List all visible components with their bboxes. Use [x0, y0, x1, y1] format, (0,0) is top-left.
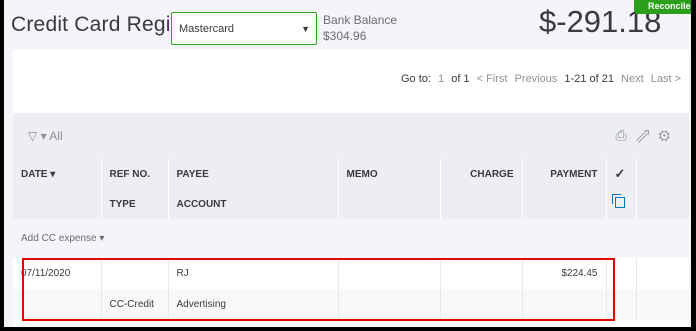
row-ref[interactable] — [100, 258, 168, 289]
bank-balance-label: Bank Balance — [323, 13, 398, 27]
row-payment-sub — [521, 289, 606, 320]
export-icon[interactable]: ⇗ — [636, 127, 659, 143]
add-expense-row: Add CC expense ▾ — [13, 219, 689, 258]
col-type: TYPE — [100, 189, 168, 219]
row-memo-sub — [337, 289, 440, 320]
table-row-detail[interactable]: CC-Credit Advertising — [13, 289, 689, 320]
row-payment[interactable]: $224.45 — [521, 258, 606, 289]
row-spacer-sub — [635, 289, 689, 320]
pagination: Go to: 1 of 1 < First Previous 1-21 of 2… — [397, 73, 681, 85]
row-date[interactable]: 07/11/2020 — [13, 258, 101, 289]
next-page-link[interactable]: Next — [621, 73, 644, 85]
header-bar: Credit Card Register Mastercard ▼ Bank B… — [4, 0, 691, 50]
col-copy — [605, 189, 636, 219]
row-type[interactable]: CC-Credit — [100, 289, 168, 320]
row-date-sub — [13, 289, 101, 320]
table-toolbar: ▽ ▾ All ⎙⇗⚙ — [13, 113, 689, 159]
col-check: ✓ — [605, 159, 636, 189]
checkmark-icon: ✓ — [614, 166, 626, 181]
table-row[interactable]: 07/11/2020 RJ $224.45 — [13, 258, 689, 289]
page-count: of 1 — [451, 73, 470, 85]
row-memo[interactable] — [337, 258, 440, 289]
col-date-sub — [13, 189, 101, 219]
toolbar-icons: ⎙⇗⚙ — [615, 127, 679, 144]
previous-page-link[interactable]: Previous — [515, 73, 558, 85]
reconcile-button-label: Reconcile — [648, 1, 691, 11]
col-payee: PAYEE — [167, 159, 338, 189]
col-memo-sub — [337, 189, 440, 219]
row-charge-sub — [439, 289, 522, 320]
col-spacer-sub — [635, 189, 689, 219]
reconcile-button[interactable]: Reconcile — [634, 0, 691, 14]
row-check[interactable] — [605, 258, 636, 289]
register-table: DATE ▾ REF NO. PAYEE MEMO CHARGE PAYMENT… — [13, 159, 689, 320]
register-window: Credit Card Register Mastercard ▼ Bank B… — [4, 0, 691, 327]
row-check-sub — [605, 289, 636, 320]
page-range: 1-21 of 21 — [564, 73, 614, 85]
copy-icon[interactable] — [611, 194, 625, 208]
chevron-down-icon[interactable]: ▼ — [301, 24, 310, 34]
col-account: ACCOUNT — [167, 189, 338, 219]
account-select-value: Mastercard — [179, 23, 235, 35]
col-ref: REF NO. — [100, 159, 168, 189]
col-payment-sub — [521, 189, 606, 219]
col-charge: CHARGE — [439, 159, 522, 189]
first-page-link[interactable]: < First — [477, 73, 508, 85]
col-memo: MEMO — [337, 159, 440, 189]
col-payment: PAYMENT — [521, 159, 606, 189]
subheader-row: TYPE ACCOUNT — [13, 189, 689, 219]
account-select[interactable]: Mastercard ▼ — [171, 12, 317, 45]
col-date[interactable]: DATE ▾ — [13, 159, 101, 189]
col-charge-sub — [439, 189, 522, 219]
last-page-link[interactable]: Last > — [651, 73, 681, 85]
bank-balance-value: $304.96 — [323, 29, 367, 43]
row-spacer — [635, 258, 689, 289]
bank-balance: Bank Balance $304.96 — [323, 12, 397, 44]
filter-control[interactable]: ▽ ▾ All — [28, 129, 63, 143]
gear-icon[interactable]: ⚙ — [659, 127, 679, 143]
goto-page-input[interactable]: 1 — [438, 73, 444, 85]
col-spacer — [635, 159, 689, 189]
filter-label[interactable]: ▾ All — [41, 129, 63, 143]
header-row: DATE ▾ REF NO. PAYEE MEMO CHARGE PAYMENT… — [13, 159, 689, 189]
row-account[interactable]: Advertising — [167, 289, 338, 320]
row-payee[interactable]: RJ — [167, 258, 338, 289]
goto-label: Go to: — [400, 73, 431, 85]
funnel-icon[interactable]: ▽ — [28, 129, 37, 143]
row-charge[interactable] — [439, 258, 522, 289]
add-cc-expense-button[interactable]: Add CC expense ▾ — [13, 219, 689, 258]
print-icon[interactable]: ⎙ — [615, 127, 635, 143]
